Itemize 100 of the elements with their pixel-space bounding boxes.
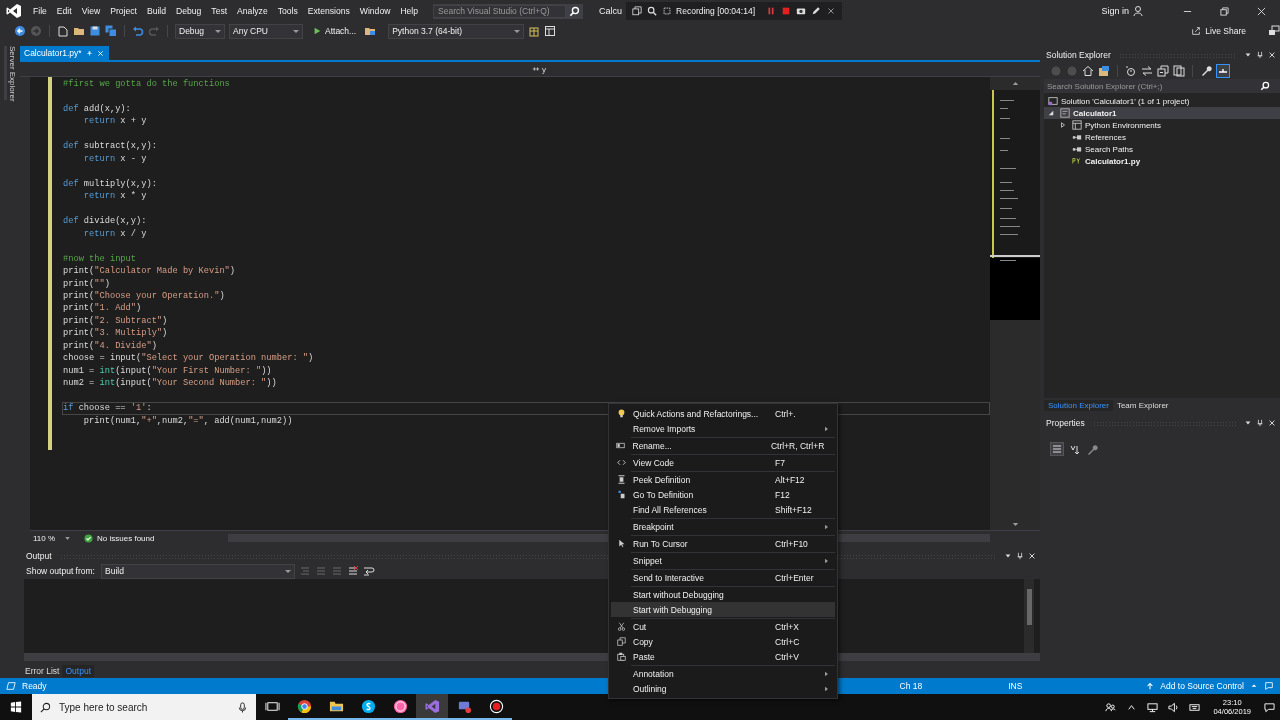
menu-item[interactable]: View (81, 6, 101, 16)
back-icon[interactable] (14, 25, 26, 37)
arrow-up-icon[interactable] (1146, 682, 1155, 690)
search-icon[interactable] (569, 5, 581, 17)
folder-icon[interactable] (73, 25, 85, 37)
feedback-icon[interactable] (1268, 25, 1280, 37)
pin-icon[interactable] (1256, 51, 1264, 59)
sync-icon[interactable] (1141, 64, 1153, 77)
menu-item[interactable]: Tools (277, 6, 298, 16)
volume-icon[interactable] (1168, 701, 1180, 713)
menu-item[interactable]: Cut Ctrl+X (611, 619, 835, 634)
menu-item[interactable]: Window (359, 6, 391, 16)
platform-dropdown[interactable]: Any CPU (229, 23, 303, 39)
scrollbar[interactable] (1024, 579, 1034, 653)
camera-icon[interactable] (796, 6, 806, 16)
record-icon[interactable] (488, 698, 504, 714)
menu-item[interactable]: Analyze (237, 6, 268, 16)
alphabetical-icon[interactable] (1069, 444, 1081, 456)
pencil-icon[interactable] (811, 6, 821, 16)
environment-dropdown[interactable]: Python 3.7 (64-bit) (388, 23, 525, 39)
scroll-down-icon[interactable] (1011, 522, 1019, 527)
notification-icon[interactable] (1264, 701, 1275, 713)
caret-up-icon[interactable] (1250, 682, 1258, 690)
server-explorer-tab[interactable]: Server Explorer (3, 46, 17, 100)
keyboard-icon[interactable] (1189, 701, 1201, 713)
panel-tab[interactable]: Error List (22, 665, 63, 677)
user-icon[interactable] (1133, 5, 1145, 17)
play-icon[interactable] (313, 27, 321, 35)
save-all-icon[interactable] (105, 25, 117, 37)
clear-all-icon[interactable] (347, 565, 359, 577)
menu-item[interactable]: File (33, 6, 47, 16)
dropdown-icon[interactable] (1244, 419, 1252, 427)
close-icon[interactable] (1028, 552, 1036, 560)
search-icon[interactable] (647, 6, 658, 16)
menu-item[interactable]: Help (400, 6, 419, 16)
windows-icon[interactable] (632, 6, 643, 16)
menu-item[interactable]: Test (211, 6, 228, 16)
collapse-all-icon[interactable] (1157, 64, 1169, 77)
close-icon[interactable] (1268, 419, 1276, 427)
dropdown-icon[interactable] (1244, 51, 1252, 59)
tree-item[interactable]: Python Environments (1085, 120, 1162, 130)
menu-item[interactable]: Peek Definition Alt+F12 (611, 472, 835, 487)
home-icon[interactable] (1082, 64, 1094, 77)
search-icon[interactable] (40, 701, 51, 713)
menu-item[interactable]: Start without Debugging (611, 587, 835, 602)
folders-icon[interactable] (364, 25, 377, 37)
word-wrap-icon[interactable] (363, 565, 375, 577)
menu-item[interactable]: Paste Ctrl+V (611, 649, 835, 664)
layout-icon[interactable] (544, 25, 557, 37)
menu-item[interactable]: Annotation (611, 666, 835, 681)
undo-icon[interactable] (132, 25, 144, 37)
menu-item[interactable]: Project (110, 6, 137, 16)
menu-item[interactable]: Extensions (307, 6, 350, 16)
pin-icon[interactable] (1256, 419, 1264, 427)
dropdown-arrow-icon[interactable] (65, 536, 71, 540)
search-field[interactable]: Search Visual Studio (Ctrl+Q) (433, 4, 567, 18)
search-box[interactable]: Type here to search (32, 694, 256, 720)
menu-item[interactable]: Start with Debugging (611, 602, 835, 617)
menu-item[interactable]: Outlining (611, 681, 835, 696)
crop-icon[interactable] (662, 6, 673, 16)
member-dropdown[interactable]: y (542, 64, 546, 74)
sign-in-link[interactable]: Sign in (1101, 6, 1129, 16)
search-box[interactable]: Search Visual Studio (Ctrl+Q) (433, 3, 584, 19)
chat-app-icon[interactable] (360, 698, 376, 714)
close-icon[interactable] (826, 6, 836, 16)
package-icon[interactable] (528, 25, 541, 37)
output-source-dropdown[interactable]: Build (101, 563, 295, 579)
pin-icon[interactable] (1016, 552, 1024, 560)
network-icon[interactable] (1147, 701, 1159, 713)
search-icon[interactable] (1260, 81, 1270, 91)
panel-tab[interactable]: Solution Explorer (1044, 399, 1113, 411)
menu-item[interactable]: Rename... Ctrl+R, Ctrl+R (611, 438, 835, 453)
issues-status[interactable]: No issues found (97, 533, 155, 543)
menu-item[interactable]: Snippet (611, 553, 835, 568)
ide-icon[interactable] (424, 698, 440, 714)
tree-item[interactable]: Calculator1 (1073, 108, 1117, 118)
menu-item[interactable]: Find All References Shift+F12 (611, 502, 835, 517)
menu-item[interactable]: Send to Interactive Ctrl+Enter (611, 570, 835, 585)
preview-icon[interactable] (1216, 63, 1230, 78)
share-icon[interactable] (1191, 26, 1202, 36)
close-icon[interactable] (1257, 6, 1266, 16)
people-icon[interactable] (1105, 701, 1117, 713)
menu-item[interactable]: Go To Definition F12 (611, 487, 835, 502)
menu-item[interactable]: Copy Ctrl+C (611, 634, 835, 649)
browser-icon[interactable] (296, 698, 312, 714)
tree-item[interactable]: References (1085, 132, 1126, 142)
configuration-dropdown[interactable]: Debug (175, 23, 225, 39)
categorized-icon[interactable] (1050, 442, 1064, 456)
tree-item[interactable]: Solution 'Calculator1' (1 of 1 project) (1061, 96, 1190, 106)
menu-item[interactable]: Quick Actions and Refactorings... Ctrl+. (611, 406, 835, 421)
show-all-files-icon[interactable] (1173, 64, 1185, 77)
dropdown-icon[interactable] (1004, 552, 1012, 560)
menu-item[interactable]: Debug (176, 6, 202, 16)
menu-item[interactable]: View Code F7 (611, 455, 835, 470)
menu-item[interactable]: Edit (56, 6, 72, 16)
expand-arrow-icon[interactable] (1060, 122, 1066, 128)
menu-item[interactable]: Run To Cursor Ctrl+F10 (611, 536, 835, 551)
zoom-dropdown[interactable]: 110 % (30, 533, 56, 543)
switch-views-icon[interactable] (1098, 64, 1110, 77)
windows-logo-icon[interactable] (10, 701, 22, 713)
